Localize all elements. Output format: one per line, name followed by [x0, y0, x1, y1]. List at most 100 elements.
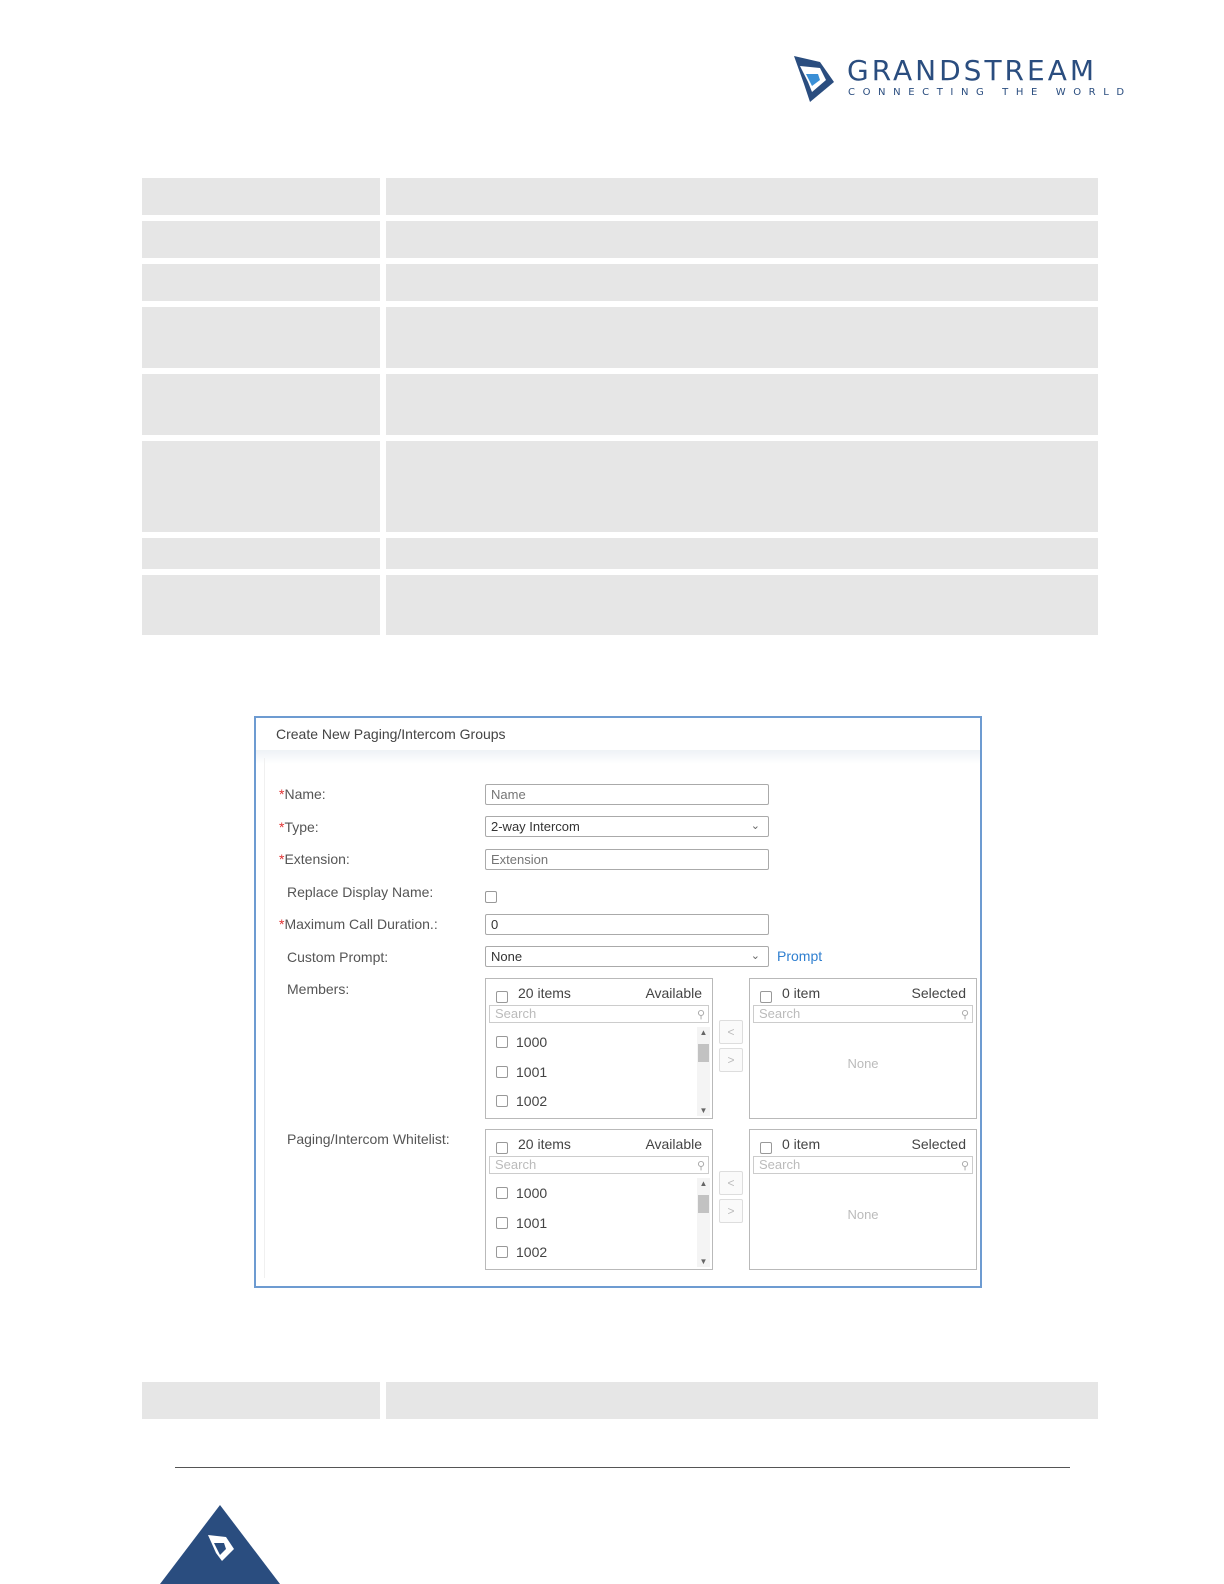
prompt-link[interactable]: Prompt: [777, 948, 822, 964]
table-row: [142, 538, 1098, 569]
dialog-body: *Name: *Type: 2-way Intercom ⌄ *Extensio…: [264, 758, 977, 1278]
table-row: [142, 264, 1098, 301]
table-cell: [386, 575, 1098, 635]
max-call-duration-label: *Maximum Call Duration.:: [279, 916, 438, 932]
type-select[interactable]: 2-way Intercom ⌄: [485, 816, 769, 837]
type-label: *Type:: [279, 819, 319, 835]
replace-display-name-checkbox[interactable]: [485, 891, 497, 903]
item-checkbox[interactable]: [496, 1036, 508, 1049]
members-available-title: Available: [645, 985, 702, 1001]
scroll-down-icon[interactable]: ▼: [698, 1106, 709, 1115]
type-select-value: 2-way Intercom: [491, 819, 580, 834]
table-row: [142, 575, 1098, 635]
search-icon: ⚲: [960, 1160, 969, 1172]
custom-prompt-select[interactable]: None ⌄: [485, 946, 769, 967]
custom-prompt-label: Custom Prompt:: [287, 949, 389, 965]
extension-label: *Extension:: [279, 851, 350, 867]
members-label: Members:: [287, 981, 350, 997]
whitelist-move-left-button[interactable]: <: [719, 1171, 743, 1195]
replace-display-name-label: Replace Display Name:: [287, 884, 434, 900]
table-cell: [142, 221, 380, 258]
members-available-select-all-checkbox[interactable]: [496, 991, 508, 1003]
dialog-title: Create New Paging/Intercom Groups: [276, 726, 506, 742]
table-cell: [386, 538, 1098, 569]
scroll-down-icon[interactable]: ▼: [698, 1257, 709, 1266]
members-available-count: 20 items: [518, 985, 571, 1001]
grandstream-corner-icon: [160, 1505, 280, 1584]
members-selected-count: 0 item: [782, 985, 821, 1001]
whitelist-available-list: 20 items Available Search ⚲ 1000 1001 100…: [485, 1129, 713, 1270]
table-cell: [386, 441, 1098, 532]
whitelist-label: Paging/Intercom Whitelist:: [287, 1131, 450, 1147]
whitelist-available-search-input[interactable]: Search ⚲: [489, 1156, 709, 1174]
chevron-down-icon: ⌄: [750, 820, 760, 832]
item-checkbox[interactable]: [496, 1187, 508, 1200]
list-item[interactable]: 1001: [496, 1064, 547, 1080]
grandstream-logo-icon: [794, 56, 834, 102]
whitelist-selected-title: Selected: [911, 1136, 966, 1152]
members-move-right-button[interactable]: >: [719, 1048, 743, 1072]
table-row: [142, 178, 1098, 215]
whitelist-selected-search-input[interactable]: Search ⚲: [753, 1156, 973, 1174]
members-selected-select-all-checkbox[interactable]: [760, 991, 772, 1003]
table-row: [142, 221, 1098, 258]
scrollbar-thumb[interactable]: [698, 1195, 709, 1213]
whitelist-selected-select-all-checkbox[interactable]: [760, 1142, 772, 1154]
max-call-duration-input[interactable]: [485, 914, 769, 935]
whitelist-available-scrollbar[interactable]: ▲ ▼: [697, 1178, 710, 1267]
members-selected-empty: None: [847, 1056, 879, 1071]
item-checkbox[interactable]: [496, 1217, 508, 1230]
create-paging-group-dialog: Create New Paging/Intercom Groups *Name:…: [254, 716, 982, 1288]
scroll-up-icon[interactable]: ▲: [698, 1028, 709, 1037]
item-checkbox[interactable]: [496, 1095, 508, 1108]
footer-divider: [175, 1467, 1070, 1468]
list-item[interactable]: 1002: [496, 1093, 547, 1109]
table-cell: [142, 178, 380, 215]
table-cell: [142, 307, 380, 368]
table-cell: [386, 221, 1098, 258]
members-selected-search-input[interactable]: Search ⚲: [753, 1005, 973, 1023]
grandstream-logo: GRANDSTREAM CONNECTING THE WORLD: [790, 52, 1124, 104]
table-cell: [386, 307, 1098, 368]
table-cell: [386, 1382, 1098, 1419]
whitelist-available-select-all-checkbox[interactable]: [496, 1142, 508, 1154]
table-cell: [142, 538, 380, 569]
whitelist-available-count: 20 items: [518, 1136, 571, 1152]
table-cell: [142, 264, 380, 301]
table-row: [142, 441, 1098, 532]
whitelist-available-title: Available: [645, 1136, 702, 1152]
whitelist-selected-empty: None: [847, 1207, 879, 1222]
list-item[interactable]: 1001: [496, 1215, 547, 1231]
table-cell: [386, 374, 1098, 435]
table-cell: [386, 178, 1098, 215]
logo-tagline: CONNECTING THE WORLD: [848, 87, 1132, 98]
name-input[interactable]: [485, 784, 769, 805]
chevron-down-icon: ⌄: [750, 950, 760, 962]
item-checkbox[interactable]: [496, 1246, 508, 1259]
table-cell: [142, 1382, 380, 1419]
search-icon: ⚲: [696, 1160, 705, 1172]
scroll-up-icon[interactable]: ▲: [698, 1179, 709, 1188]
table-row: [142, 1382, 1098, 1419]
table-cell: [142, 374, 380, 435]
list-item[interactable]: 1002: [496, 1244, 547, 1260]
table-cell: [142, 441, 380, 532]
name-label: *Name:: [279, 786, 326, 802]
members-selected-title: Selected: [911, 985, 966, 1001]
members-available-scrollbar[interactable]: ▲ ▼: [697, 1027, 710, 1116]
members-available-search-input[interactable]: Search ⚲: [489, 1005, 709, 1023]
whitelist-move-right-button[interactable]: >: [719, 1199, 743, 1223]
table-cell: [142, 575, 380, 635]
scrollbar-thumb[interactable]: [698, 1044, 709, 1062]
table-cell: [386, 264, 1098, 301]
list-item[interactable]: 1000: [496, 1185, 547, 1201]
table-row: [142, 374, 1098, 435]
whitelist-selected-count: 0 item: [782, 1136, 821, 1152]
members-move-left-button[interactable]: <: [719, 1020, 743, 1044]
custom-prompt-value: None: [491, 949, 523, 964]
members-available-list: 20 items Available Search ⚲ 1000 1001 100…: [485, 978, 713, 1119]
whitelist-selected-list: 0 item Selected Search ⚲ None: [749, 1129, 977, 1270]
item-checkbox[interactable]: [496, 1066, 508, 1079]
extension-input[interactable]: [485, 849, 769, 870]
list-item[interactable]: 1000: [496, 1034, 547, 1050]
